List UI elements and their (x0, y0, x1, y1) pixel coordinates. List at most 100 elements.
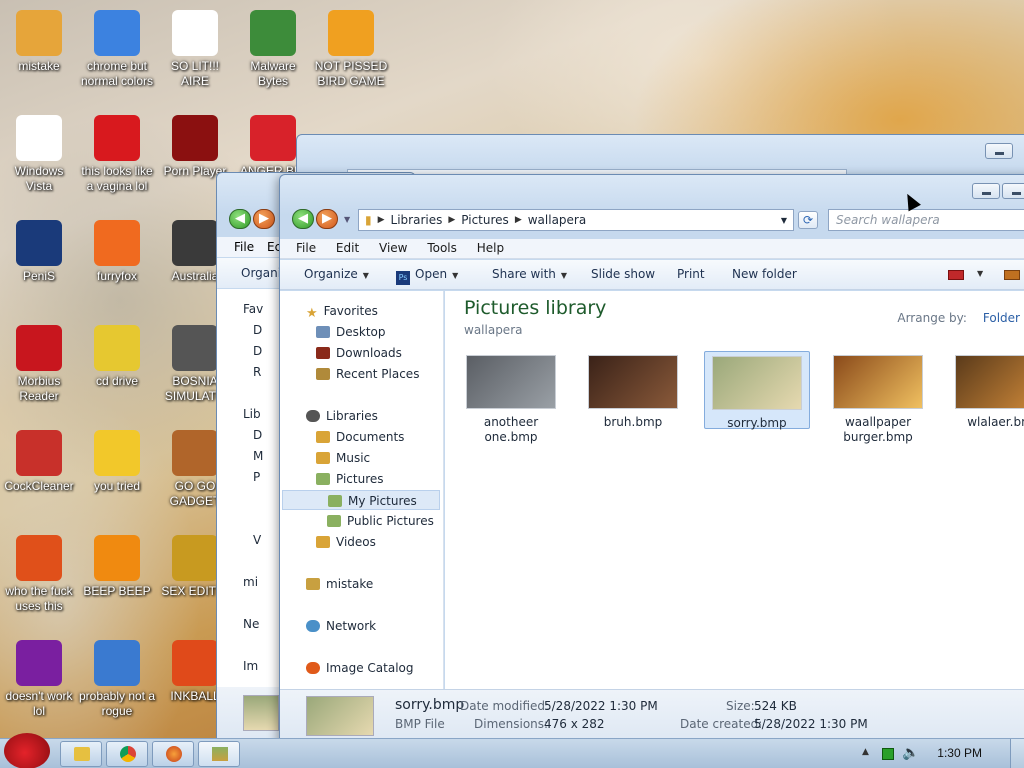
detail-size: 524 KB (754, 699, 797, 713)
show-desktop-button[interactable] (1010, 739, 1024, 768)
briefcase-icon (172, 430, 218, 476)
taskbar-firefox[interactable] (152, 741, 194, 767)
share-with-button[interactable]: Share with ▼ (492, 267, 567, 281)
desktop-icon-beep-beep[interactable]: BEEP BEEP (78, 535, 156, 599)
file-item[interactable]: bruh.bmp (580, 351, 686, 430)
network-status-icon[interactable] (882, 748, 894, 760)
explorer-window[interactable]: ◀ ▶ ▼ ▮ ▶ Libraries ▶ Pictures ▶ wallape… (279, 174, 1024, 744)
nav-recent-places[interactable]: Recent Places (280, 364, 444, 384)
nav-pictures[interactable]: Pictures (280, 469, 444, 489)
nav-my-pictures[interactable]: My Pictures (282, 490, 440, 510)
desktop-icon-who-the-fuck-uses-this[interactable]: who the fuck uses this (0, 535, 78, 614)
menu-help[interactable]: Help (477, 239, 504, 255)
menu-view[interactable]: View (379, 239, 407, 255)
desktop-icon-this-looks-like-a-vagina-lol[interactable]: this looks like a vagina lol (78, 115, 156, 194)
shield-icon (250, 10, 296, 56)
taskbar-clock[interactable]: 1:30 PM (937, 746, 982, 760)
nav-mistake[interactable]: mistake (280, 574, 444, 594)
chevron-up-icon[interactable]: ▲ (862, 747, 869, 757)
nav-public-pictures[interactable]: Public Pictures (280, 511, 444, 531)
forward-icon[interactable]: ▶ (253, 209, 275, 229)
desktop-icon-morbius-reader[interactable]: Morbius Reader (0, 325, 78, 404)
desktop-icon-malware-bytes[interactable]: Malware Bytes (234, 10, 312, 89)
menu-edit[interactable]: Edit (336, 239, 359, 255)
file-item[interactable]: waallpaper burger.bmp (825, 351, 931, 445)
desktop-icon-porn-player[interactable]: Porn Player (156, 115, 234, 179)
nav-network[interactable]: Network (280, 616, 444, 636)
nav-desktop[interactable]: Desktop (280, 322, 444, 342)
minimize-button[interactable] (985, 143, 1013, 159)
chevron-down-icon[interactable]: ▼ (977, 269, 983, 278)
start-button[interactable] (4, 733, 50, 768)
folder-icon (327, 515, 341, 527)
chevron-right-icon[interactable]: ▶ (378, 215, 385, 225)
open-button[interactable]: Ps Open ▼ (396, 267, 458, 285)
back-icon[interactable]: ◀ (292, 209, 314, 229)
file-item[interactable]: wlalaer.bm (947, 351, 1024, 430)
desktop-icon-you-tried[interactable]: you tried (78, 430, 156, 494)
recent-pages-icon[interactable]: ▼ (344, 215, 350, 224)
thumbnail (955, 355, 1024, 409)
desktop-icon-mistake[interactable]: mistake (0, 10, 78, 74)
desktop-icon-cockcleaner[interactable]: CockCleaner (0, 430, 78, 494)
nav-favorites[interactable]: ★ Favorites (280, 301, 444, 321)
desktop-icon-label: Morbius Reader (17, 374, 61, 403)
taskbar-chrome[interactable] (106, 741, 148, 767)
desktop-icon-furryfox[interactable]: furryfox (78, 220, 156, 284)
preview-pane-icon[interactable] (1004, 270, 1020, 280)
print-button[interactable]: Print (677, 267, 705, 281)
chevron-right-icon[interactable]: ▶ (515, 215, 522, 225)
image-catalog-icon (306, 662, 320, 674)
taskbar-image-viewer[interactable] (198, 741, 240, 767)
desktop-icon-not-pissed-bird-game[interactable]: NOT PISSED BIRD GAME (312, 10, 390, 89)
desktop-icon-cd-drive[interactable]: cd drive (78, 325, 156, 389)
nav-label: Music (336, 451, 371, 465)
breadcrumb-libraries[interactable]: Libraries (391, 213, 443, 227)
nav-image-catalog[interactable]: Image Catalog (280, 658, 444, 678)
desktop-icon-windows-vista[interactable]: Windows Vista (0, 115, 78, 194)
desktop-icon-label: CockCleaner (4, 479, 74, 493)
nav-videos[interactable]: Videos (280, 532, 444, 552)
forward-icon[interactable]: ▶ (316, 209, 338, 229)
change-view-icon[interactable] (948, 270, 964, 280)
desktop-icon-label: mistake (18, 59, 60, 73)
nav-downloads[interactable]: Downloads (280, 343, 444, 363)
taskbar-explorer[interactable] (60, 741, 102, 767)
detail-date-modified[interactable]: 5/28/2022 1:30 PM (544, 699, 658, 713)
new-folder-button[interactable]: New folder (732, 267, 797, 281)
slide-show-button[interactable]: Slide show (591, 267, 655, 281)
desktop-icon-so-lit-aire[interactable]: SO LIT!!! AIRE (156, 10, 234, 89)
menu-file[interactable]: File (296, 239, 316, 255)
file-item[interactable]: anotheer one.bmp (458, 351, 564, 445)
file-item-selected[interactable]: sorry.bmp (704, 351, 810, 430)
nav-libraries[interactable]: Libraries (280, 406, 444, 426)
organize-button[interactable]: Organize ▼ (304, 267, 369, 281)
desktop-icon-label: NOT PISSED BIRD GAME (314, 59, 388, 88)
back-icon[interactable]: ◀ (229, 209, 251, 229)
organize-button[interactable]: Organi (241, 266, 281, 280)
breadcrumb-pictures[interactable]: Pictures (461, 213, 509, 227)
arrange-by-dropdown[interactable]: Folder (983, 311, 1020, 325)
chevron-down-icon: ▼ (452, 271, 459, 280)
desktop-icon-chrome-but-normal-colors[interactable]: chrome but normal colors (78, 10, 156, 89)
file-name: wlalaer.bm (967, 415, 1024, 429)
address-dropdown-icon[interactable]: ▼ (781, 216, 787, 225)
chevron-right-icon[interactable]: ▶ (448, 215, 455, 225)
downloads-icon (316, 347, 330, 359)
desktop-icon-doesn-t-work-lol[interactable]: doesn't work lol (0, 640, 78, 719)
address-bar[interactable]: ▮ ▶ Libraries ▶ Pictures ▶ wallapera ▼ (358, 209, 794, 231)
hxd-icon (172, 535, 218, 581)
nav-documents[interactable]: Documents (280, 427, 444, 447)
desktop-icon-penis[interactable]: PeniS (0, 220, 78, 284)
breadcrumb-wallapera[interactable]: wallapera (528, 213, 586, 227)
nav-music[interactable]: Music (280, 448, 444, 468)
refresh-icon[interactable]: ⟳ (798, 211, 818, 229)
minimize-button[interactable] (972, 183, 1000, 199)
desktop-icon-probably-not-a-rogue[interactable]: probably not a rogue (78, 640, 156, 719)
library-subtitle[interactable]: wallapera (464, 323, 522, 337)
search-input[interactable]: Search wallapera (828, 209, 1024, 231)
maximize-button[interactable] (1002, 183, 1024, 199)
menu-file[interactable]: File (234, 240, 254, 254)
volume-icon[interactable]: 🔈 (902, 745, 919, 761)
menu-tools[interactable]: Tools (427, 239, 457, 255)
